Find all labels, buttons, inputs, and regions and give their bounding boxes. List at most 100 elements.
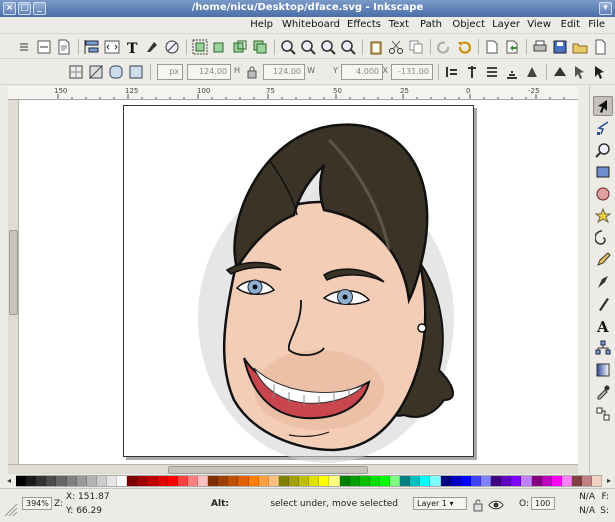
menu-effects[interactable]: Effects: [347, 19, 381, 30]
pen-tool-icon[interactable]: [593, 272, 613, 292]
palette-swatch[interactable]: [349, 476, 360, 486]
stroke-value[interactable]: N/A: [579, 506, 595, 516]
palette-swatch[interactable]: [36, 476, 47, 486]
menu-edit[interactable]: Edit: [561, 19, 580, 30]
clone-icon[interactable]: [231, 38, 249, 56]
flip-vertical-icon[interactable]: [463, 63, 481, 81]
zoom-tool-icon[interactable]: [593, 140, 613, 160]
align-distribute-icon[interactable]: [83, 38, 101, 56]
palette-swatch[interactable]: [258, 476, 269, 486]
window-menu-icon[interactable]: ▾: [599, 2, 612, 15]
palette-swatch[interactable]: [106, 476, 118, 486]
palette-swatch[interactable]: [369, 476, 380, 486]
palette-swatch[interactable]: [531, 476, 542, 486]
palette-swatch[interactable]: [46, 476, 57, 486]
palette-swatch[interactable]: [66, 476, 77, 486]
import-icon[interactable]: [503, 38, 521, 56]
opacity-field[interactable]: 100: [531, 497, 555, 510]
scale-stroke-icon[interactable]: [127, 63, 145, 81]
move-patterns-icon[interactable]: [67, 63, 85, 81]
palette-swatch[interactable]: [238, 476, 249, 486]
palette-swatch[interactable]: [208, 476, 219, 486]
palette-swatch[interactable]: [491, 476, 502, 486]
copy-icon[interactable]: [407, 38, 425, 56]
xml-editor-icon[interactable]: [103, 38, 121, 56]
deselect-icon[interactable]: [551, 63, 569, 81]
vertical-scroll-thumb[interactable]: [9, 230, 18, 315]
layer-lock-icon[interactable]: [469, 496, 487, 514]
unit-select[interactable]: px: [157, 64, 183, 80]
horizontal-scroll-thumb[interactable]: [168, 466, 368, 474]
open-icon[interactable]: [571, 38, 589, 56]
palette-swatch[interactable]: [339, 476, 350, 486]
node-tool-icon[interactable]: [593, 118, 613, 138]
cut-icon[interactable]: [387, 38, 405, 56]
inkscape-preferences-icon[interactable]: [35, 38, 53, 56]
flip-horizontal-icon[interactable]: [483, 63, 501, 81]
menu-layer[interactable]: Layer: [492, 19, 520, 30]
menu-help[interactable]: Help: [250, 19, 273, 30]
layer-select[interactable]: Layer 1 ▾: [413, 497, 467, 510]
connector-tool-icon[interactable]: [593, 404, 613, 424]
palette-swatch[interactable]: [582, 476, 593, 486]
palette-swatch[interactable]: [197, 476, 209, 486]
new-document-icon[interactable]: [591, 38, 609, 56]
palette-swatch[interactable]: [501, 476, 512, 486]
star-tool-icon[interactable]: [593, 206, 613, 226]
x-field[interactable]: -131.00: [391, 64, 433, 80]
selector-tool-icon[interactable]: [593, 96, 613, 116]
palette-swatch[interactable]: [420, 476, 431, 486]
palette-swatch[interactable]: [572, 476, 583, 486]
zoom-selection-icon[interactable]: [339, 38, 357, 56]
menu-whiteboard[interactable]: Whiteboard: [282, 19, 340, 30]
zoom-page-icon[interactable]: [299, 38, 317, 56]
palette-swatch[interactable]: [299, 476, 310, 486]
palette-swatch[interactable]: [440, 476, 451, 486]
dropper-tool-icon[interactable]: [593, 382, 613, 402]
paste-icon[interactable]: [367, 38, 385, 56]
palette-swatch[interactable]: [157, 476, 168, 486]
menu-view[interactable]: View: [527, 19, 551, 30]
palette-swatch[interactable]: [450, 476, 461, 486]
gradient-tool-icon[interactable]: [593, 360, 613, 380]
palette-swatch[interactable]: [430, 476, 441, 486]
save-icon[interactable]: [551, 38, 569, 56]
print-icon[interactable]: [531, 38, 549, 56]
horizontal-scrollbar[interactable]: [8, 464, 578, 474]
face-drawing[interactable]: [19, 100, 578, 464]
palette-swatch[interactable]: [460, 476, 471, 486]
palette-scroll-left-icon[interactable]: ◂: [2, 475, 16, 487]
h-field[interactable]: 124.00: [187, 64, 231, 80]
unlink-clone-icon[interactable]: [211, 38, 229, 56]
menu-text[interactable]: Text: [389, 19, 409, 30]
palette-scroll-right-icon[interactable]: ▸: [602, 475, 615, 487]
palette-swatch[interactable]: [228, 476, 239, 486]
palette-swatch[interactable]: [127, 476, 138, 486]
palette-swatch[interactable]: [56, 476, 67, 486]
palette-swatch[interactable]: [329, 476, 340, 486]
palette-swatch[interactable]: [288, 476, 300, 486]
fill-value[interactable]: N/A: [579, 492, 595, 502]
palette-swatch[interactable]: [379, 476, 391, 486]
rectangle-tool-icon[interactable]: [593, 162, 613, 182]
resize-grip-icon[interactable]: [2, 501, 20, 519]
palette-swatch[interactable]: [400, 476, 411, 486]
palette-swatch[interactable]: [511, 476, 522, 486]
palette-swatch[interactable]: [167, 476, 178, 486]
w-field[interactable]: 124.00: [263, 64, 305, 80]
select-all-icon[interactable]: [591, 63, 609, 81]
palette-swatch[interactable]: [96, 476, 107, 486]
palette-swatch[interactable]: [16, 476, 27, 486]
palette-swatch[interactable]: [147, 476, 158, 486]
spiral-tool-icon[interactable]: [593, 228, 613, 248]
group-icon[interactable]: [191, 38, 209, 56]
palette-swatch[interactable]: [410, 476, 421, 486]
palette-swatch[interactable]: [561, 476, 573, 486]
palette-swatch[interactable]: [541, 476, 552, 486]
move-gradients-icon[interactable]: [87, 63, 105, 81]
drawing-canvas[interactable]: [19, 100, 578, 464]
lock-icon[interactable]: [243, 63, 261, 81]
palette-swatch[interactable]: [592, 476, 603, 486]
palette-swatch[interactable]: [26, 476, 37, 486]
text-font-icon[interactable]: T: [123, 38, 141, 56]
